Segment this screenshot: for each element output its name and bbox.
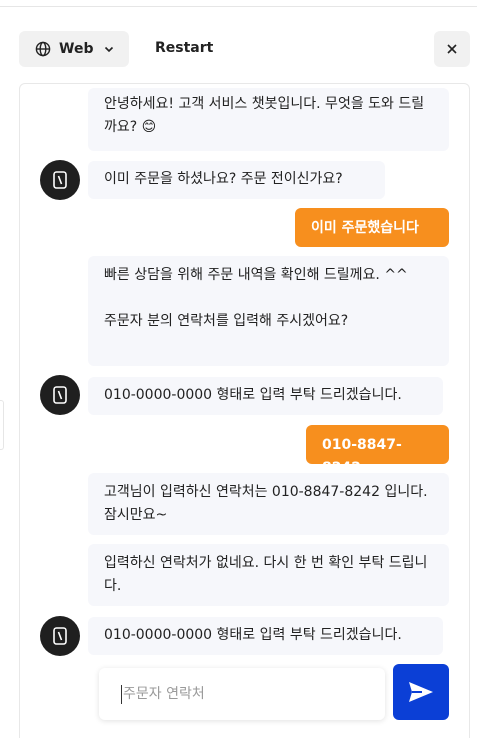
restart-button[interactable]: Restart	[155, 40, 213, 56]
bot-logo-icon	[53, 171, 67, 189]
bot-message: 빠른 상담을 위해 주문 내역을 확인해 드릴께요. ^^ 주문자 분의 연락처…	[88, 256, 449, 366]
background-panel-edge	[0, 400, 4, 450]
bot-avatar	[40, 616, 80, 656]
bot-message: 010-0000-0000 형태로 입력 부탁 드리겠습니다.	[88, 377, 443, 415]
bot-message: 이미 주문을 하셨나요? 주문 전이신가요?	[88, 161, 385, 199]
globe-icon	[35, 41, 51, 57]
channel-dropdown-button[interactable]: Web	[19, 31, 129, 67]
chat-header: Web Restart	[0, 0, 477, 84]
close-button[interactable]	[434, 31, 470, 67]
bot-logo-icon	[53, 627, 67, 645]
phone-number-input[interactable]	[119, 668, 373, 720]
chat-widget: Web Restart 안녕하세요! 고객 서비스 챗봇입니다. 무엇을 도와 …	[0, 0, 477, 738]
chevron-down-icon	[103, 43, 115, 55]
user-message: 이미 주문했습니다	[295, 208, 449, 247]
channel-label: Web	[59, 41, 94, 57]
text-caret	[121, 685, 122, 704]
bot-message: 고객님이 입력하신 연락처는 010-8847-8242 입니다. 잠시만요~	[88, 473, 449, 535]
user-message: 010-8847-8242	[306, 425, 449, 476]
message-input-container	[99, 668, 385, 720]
bot-message: 안녕하세요! 고객 서비스 챗봇입니다. 무엇을 도와 드릴까요? 😊	[88, 88, 449, 151]
bot-avatar	[40, 160, 80, 200]
close-icon	[446, 43, 458, 55]
send-icon	[408, 681, 434, 703]
bot-logo-icon	[53, 386, 67, 404]
send-button[interactable]	[393, 664, 449, 720]
bot-avatar	[40, 375, 80, 415]
bot-message: 010-0000-0000 형태로 입력 부탁 드리겠습니다.	[88, 617, 443, 655]
bot-message: 입력하신 연락처가 없네요. 다시 한 번 확인 부탁 드립니다.	[88, 544, 449, 606]
